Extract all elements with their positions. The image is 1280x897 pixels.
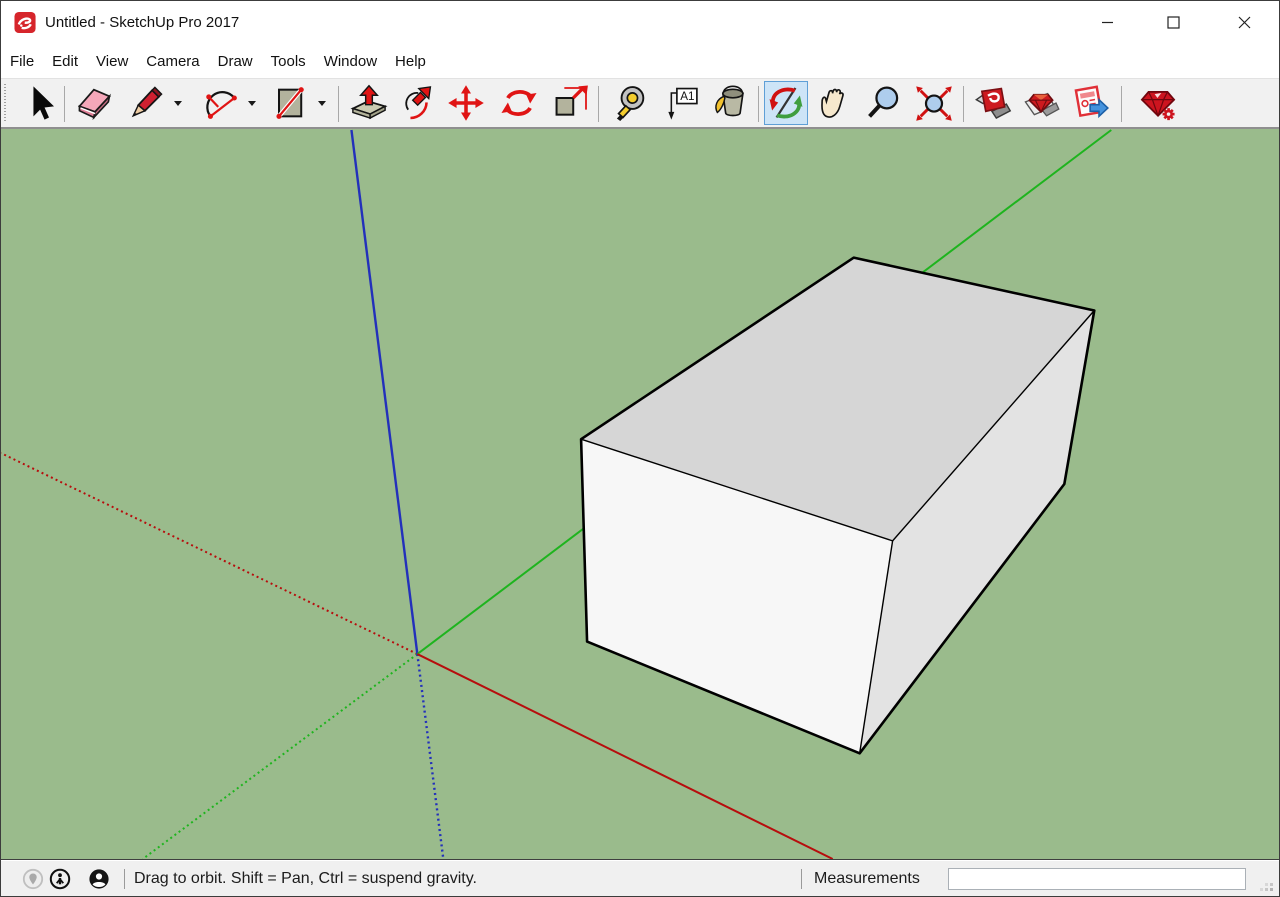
scale-icon xyxy=(551,83,591,123)
text-tool-button[interactable]: A1 xyxy=(661,81,705,125)
toolbar-separator xyxy=(64,86,65,122)
line-tool-dropdown[interactable] xyxy=(171,81,185,125)
arc-icon xyxy=(201,83,241,123)
tape-measure-icon xyxy=(613,83,653,123)
sketchup-window: Untitled - SketchUp Pro 2017 File Edit V… xyxy=(0,0,1280,897)
viewport[interactable] xyxy=(1,129,1279,860)
pencil-icon xyxy=(126,83,166,123)
extension-manager-button[interactable] xyxy=(1136,81,1180,125)
push-pull-tool-button[interactable] xyxy=(347,81,391,125)
red-axis-dotted[interactable] xyxy=(1,453,417,654)
pan-tool-button[interactable] xyxy=(812,81,856,125)
close-button[interactable] xyxy=(1221,1,1267,43)
menu-window[interactable]: Window xyxy=(315,45,386,78)
orbit-tool-button[interactable] xyxy=(764,81,808,125)
minimize-button[interactable] xyxy=(1084,1,1130,43)
status-bar: Drag to orbit. Shift = Pan, Ctrl = suspe… xyxy=(1,861,1279,896)
warehouse-box-icon xyxy=(973,83,1013,123)
select-tool-button[interactable] xyxy=(17,81,61,125)
paint-bucket-tool-button[interactable] xyxy=(707,81,751,125)
rectangle-tool-dropdown[interactable] xyxy=(315,81,329,125)
rotate-arrows-icon xyxy=(499,83,539,123)
rectangle-tool-button[interactable] xyxy=(267,81,311,125)
blue-axis[interactable] xyxy=(351,130,417,654)
credits-person-icon[interactable] xyxy=(48,867,72,891)
green-axis-dotted[interactable] xyxy=(143,654,418,859)
scale-tool-button[interactable] xyxy=(549,81,593,125)
send-to-layout-button[interactable] xyxy=(1067,81,1111,125)
measurements-label: Measurements xyxy=(814,861,920,897)
toolbar-separator xyxy=(963,86,964,122)
toolbar-separator xyxy=(758,86,759,122)
ruby-gear-icon xyxy=(1138,83,1178,123)
title-bar[interactable]: Untitled - SketchUp Pro 2017 xyxy=(1,1,1279,45)
arc-tool-button[interactable] xyxy=(199,81,243,125)
menu-draw[interactable]: Draw xyxy=(209,45,262,78)
magnifier-icon xyxy=(864,83,904,123)
window-resize-grip[interactable] xyxy=(1259,879,1275,893)
statusbar-separator xyxy=(801,869,802,889)
zoom-tool-button[interactable] xyxy=(862,81,906,125)
menu-file[interactable]: File xyxy=(1,45,43,78)
menu-edit[interactable]: Edit xyxy=(43,45,87,78)
layout-arrow-icon xyxy=(1069,83,1109,123)
eraser-icon xyxy=(75,83,115,123)
text-label-icon: A1 xyxy=(663,83,703,123)
hand-icon xyxy=(814,83,854,123)
arrow-cursor-icon xyxy=(19,83,59,123)
status-message: Drag to orbit. Shift = Pan, Ctrl = suspe… xyxy=(134,861,477,897)
statusbar-separator xyxy=(124,869,125,889)
menu-tools[interactable]: Tools xyxy=(262,45,315,78)
menu-view[interactable]: View xyxy=(87,45,137,78)
toolbar: A1 xyxy=(1,78,1279,129)
orbit-icon xyxy=(766,83,806,123)
follow-me-tool-button[interactable] xyxy=(394,81,438,125)
follow-me-icon xyxy=(396,83,436,123)
blue-axis-dotted[interactable] xyxy=(417,654,443,859)
toolbar-separator xyxy=(338,86,339,122)
menu-help[interactable]: Help xyxy=(386,45,435,78)
toolbar-separator xyxy=(1121,86,1122,122)
push-pull-icon xyxy=(349,83,389,123)
gem-box-icon xyxy=(1021,83,1061,123)
line-tool-button[interactable] xyxy=(124,81,168,125)
sign-in-avatar-icon[interactable] xyxy=(87,867,111,891)
measurements-input[interactable] xyxy=(948,868,1246,890)
geolocation-icon[interactable] xyxy=(21,867,45,891)
move-tool-button[interactable] xyxy=(444,81,488,125)
rectangle-icon xyxy=(269,83,309,123)
tape-measure-tool-button[interactable] xyxy=(611,81,655,125)
magnifier-extents-icon xyxy=(914,83,954,123)
svg-text:A1: A1 xyxy=(680,90,694,103)
arc-tool-dropdown[interactable] xyxy=(245,81,259,125)
sketchup-logo-icon xyxy=(14,11,37,34)
3d-warehouse-button[interactable] xyxy=(971,81,1015,125)
move-arrows-icon xyxy=(446,83,486,123)
menu-camera[interactable]: Camera xyxy=(137,45,208,78)
rotate-tool-button[interactable] xyxy=(497,81,541,125)
menu-bar: File Edit View Camera Draw Tools Window … xyxy=(1,45,1279,78)
toolbar-grip[interactable] xyxy=(4,84,6,123)
window-title: Untitled - SketchUp Pro 2017 xyxy=(45,1,239,45)
toolbar-separator xyxy=(598,86,599,122)
zoom-extents-tool-button[interactable] xyxy=(912,81,956,125)
paint-bucket-icon xyxy=(709,83,749,123)
maximize-button[interactable] xyxy=(1150,1,1196,43)
model-canvas[interactable] xyxy=(1,129,1279,859)
extension-warehouse-button[interactable] xyxy=(1019,81,1063,125)
eraser-tool-button[interactable] xyxy=(73,81,117,125)
